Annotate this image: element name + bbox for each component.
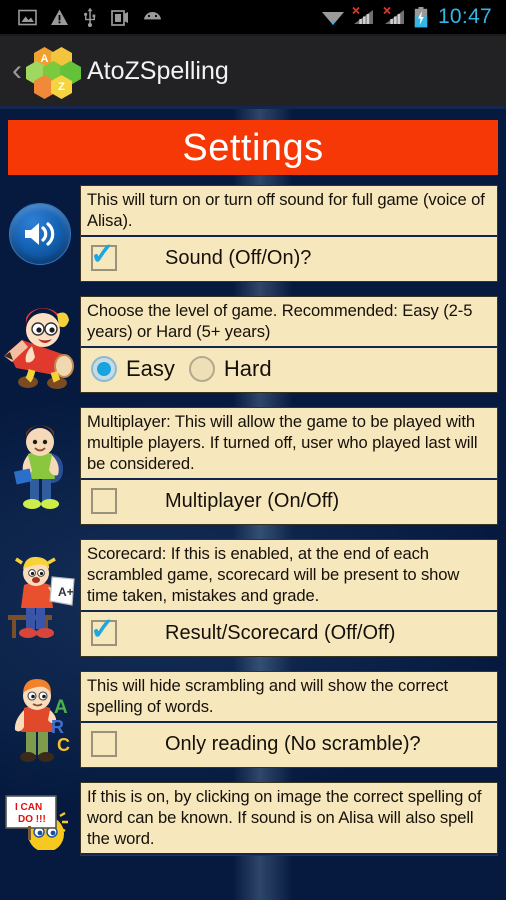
status-bar-clock: 10:47 [437,5,492,28]
setting-row-level[interactable]: Choose the level of game. Recommended: E… [0,296,506,393]
sound-checkbox[interactable]: ✓ [90,240,117,271]
radio-hard[interactable] [188,356,215,382]
status-bar: 10:47 [0,0,506,34]
setting-control-sound[interactable]: ✓ Sound (Off/On)? [81,237,497,281]
setting-card-multiplayer: Multiplayer: This will allow the game to… [80,407,498,525]
setting-row-scorecard[interactable]: A+ Scorecard: If this is enabled, at the… [0,539,506,657]
setting-card-level: Choose the level of game. Recommended: E… [80,296,498,393]
warning-icon [51,9,68,25]
setting-icon-wrap-scorecard: A+ [0,539,80,657]
setting-card-only-reading: This will hide scrambling and will show … [80,671,498,768]
status-bar-left-icons [8,7,163,27]
svg-text:A: A [54,697,68,718]
setting-description: Choose the level of game. Recommended: E… [81,297,497,348]
scorecard-checkbox-label: Result/Scorecard (Off/Off) [165,621,396,644]
svg-text:DO !!!: DO !!! [18,814,46,825]
setting-row-sound[interactable]: This will turn on or turn off sound for … [0,185,506,282]
only-reading-checkbox[interactable]: ✓ [91,731,117,757]
setting-icon-wrap-only-reading: A R C [0,671,80,768]
setting-card-image-spell: If this is on, by clicking on image the … [80,782,498,856]
app-logo-icon: A Z [26,45,81,99]
radio-easy[interactable] [91,356,117,382]
setting-control-only-reading[interactable]: ✓ Only reading (No scramble)? [81,723,497,767]
speaker-icon [9,202,71,265]
setting-control-multiplayer[interactable]: ✓ Multiplayer (On/Off) [81,480,497,524]
level-option-hard[interactable]: Hard [188,356,272,382]
scorecard-checkbox[interactable]: ✓ [90,615,117,646]
signal-sim2-icon [383,7,404,24]
signal-sim1-icon [352,7,373,24]
setting-control-scorecard[interactable]: ✓ Result/Scorecard (Off/Off) [81,612,497,656]
kid-with-letters-icon: A R C [14,678,70,762]
only-reading-checkbox-label: Only reading (No scramble)? [165,732,421,755]
setting-description: Multiplayer: This will allow the game to… [81,408,497,480]
wifi-icon [321,11,344,25]
level-radio-group[interactable]: Easy Hard [91,356,286,382]
radio-easy-label: Easy [126,356,175,381]
schoolboy-icon [13,425,64,509]
radio-hard-label: Hard [223,356,272,381]
android-icon [143,12,162,21]
kid-on-pencil-icon [4,307,74,389]
setting-card-sound: This will turn on or turn off sound for … [80,185,498,282]
setting-row-only-reading[interactable]: A R C This will hide scrambling and will… [0,671,506,768]
check-icon: ✓ [90,238,116,271]
setting-row-multiplayer[interactable]: Multiplayer: This will allow the game to… [0,407,506,525]
setting-description: This will turn on or turn off sound for … [81,186,497,237]
setting-description: This will hide scrambling and will show … [81,672,497,723]
status-bar-right-icons: 10:47 [321,5,498,29]
student-with-grade-icon: A+ [8,556,75,638]
multiplayer-checkbox[interactable]: ✓ [91,488,117,514]
back-button[interactable]: ‹ [6,56,28,86]
sound-checkbox-label: Sound (Off/On)? [165,246,312,269]
setting-control-level[interactable]: Easy Hard [81,348,497,392]
svg-text:C: C [57,735,70,755]
app-title: AtoZSpelling [87,56,229,85]
screenshot-icon [111,9,128,26]
setting-row-image-spell[interactable]: I CAN DO !!! If this is on, by clicking … [0,782,506,856]
check-icon: ✓ [90,613,116,646]
setting-icon-wrap-sound [0,185,80,282]
settings-page: Settings This will turn on or turn off s… [0,109,506,900]
app-bar: ‹ A Z AtoZSpelling [0,36,506,106]
svg-text:R: R [51,717,64,737]
setting-description: If this is on, by clicking on image the … [81,783,497,855]
setting-icon-wrap-image-spell: I CAN DO !!! [0,782,80,856]
multiplayer-checkbox-label: Multiplayer (On/Off) [165,489,340,512]
setting-card-scorecard: Scorecard: If this is enabled, at the en… [80,539,498,657]
level-option-easy[interactable]: Easy [91,356,175,382]
usb-icon [84,7,96,27]
page-title-banner: Settings [8,120,498,175]
image-icon [18,9,37,25]
settings-list: This will turn on or turn off sound for … [0,185,506,870]
battery-charging-icon [414,6,428,27]
setting-icon-wrap-multiplayer [0,407,80,525]
setting-icon-wrap-level [0,296,80,393]
svg-text:A+: A+ [58,585,74,599]
i-can-do-sign-icon: I CAN DO !!! [5,795,68,850]
svg-text:I CAN: I CAN [15,802,42,813]
page-title: Settings [182,126,324,169]
setting-description: Scorecard: If this is enabled, at the en… [81,540,497,612]
